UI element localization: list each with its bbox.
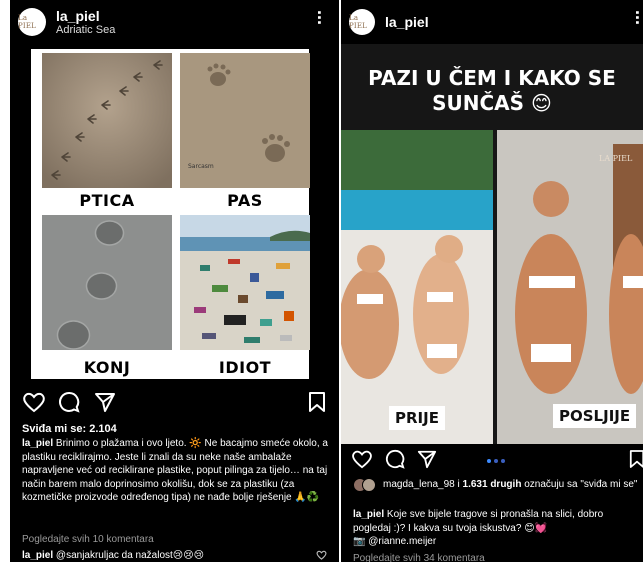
post-right: La PIEL la_piel ··· PAZI U ČEM I KAKO SE… — [341, 0, 643, 562]
carousel-indicator — [487, 459, 505, 463]
dog-paw-image: Sarcasm — [180, 53, 310, 188]
heart-icon[interactable] — [22, 391, 46, 413]
badge-before: PRIJE — [389, 406, 445, 430]
hoof-prints-image — [42, 215, 172, 350]
username[interactable]: la_piel — [385, 14, 429, 30]
bookmark-icon[interactable] — [629, 449, 643, 469]
bird-tracks-image — [42, 53, 172, 188]
caption-username[interactable]: la_piel — [22, 438, 53, 449]
comment-text: @sanjakruljac da nažalost😢😢😢 — [55, 550, 205, 561]
label-idiot: IDIOT — [218, 358, 272, 377]
more-icon[interactable]: ··· — [309, 10, 329, 25]
post-header: La PIEL la_piel Adriatic Sea ··· — [10, 0, 339, 44]
badge-after: POSLJIJE — [553, 404, 637, 428]
caption: la_piel Brinimo o plažama i ovo ljeto. 🔆… — [22, 437, 332, 505]
caption-text: Koje sve bijele tragove si pronašla na s… — [353, 509, 604, 534]
liked-by-text[interactable]: magda_lena_98 i 1.631 drugih označuju sa… — [383, 478, 641, 492]
comment-username[interactable]: la_piel — [22, 550, 53, 561]
post-left: La PIEL la_piel Adriatic Sea ··· Sarcasm… — [10, 0, 339, 562]
caption: la_piel Koje sve bijele tragove si prona… — [353, 508, 641, 535]
caption-username[interactable]: la_piel — [353, 509, 384, 520]
watermark-text: Sarcasm — [188, 163, 214, 170]
label-konj: KONJ — [83, 358, 131, 377]
view-comments-link[interactable]: Pogledajte svih 10 komentara — [22, 533, 154, 547]
photo-credit[interactable]: 📷 @rianne.meijer — [353, 535, 436, 549]
location[interactable]: Adriatic Sea — [56, 24, 115, 37]
sign-text: LA PIEL — [599, 154, 633, 163]
share-icon[interactable] — [417, 449, 437, 469]
avatar[interactable]: La PIEL — [18, 8, 46, 36]
post-header: La PIEL la_piel ··· — [341, 0, 643, 44]
view-comments-link[interactable]: Pogledajte svih 34 komentara — [353, 552, 485, 562]
bookmark-icon[interactable] — [308, 391, 326, 413]
comment-icon[interactable] — [58, 391, 80, 413]
caption-text: Brinimo o plažama i ovo ljeto. 🔆 Ne baca… — [22, 438, 328, 503]
comment-icon[interactable] — [385, 449, 405, 469]
more-icon[interactable]: ··· — [627, 10, 643, 25]
comment-like-icon[interactable] — [316, 550, 327, 560]
action-bar — [341, 449, 643, 477]
comment: la_piel @sanjakruljac da nažalost😢😢😢 — [22, 549, 322, 562]
share-icon[interactable] — [94, 391, 116, 413]
liked-by: magda_lena_98 i 1.631 drugih označuju sa… — [353, 478, 641, 492]
likes-count[interactable]: Sviđa mi se: 2.104 — [22, 423, 117, 435]
post-image: PAZI U ČEM I KAKO SE SUNČAŠ 😊 LA PIEL PR… — [341, 44, 643, 444]
post-image: Sarcasm PTICA PAS KONJ IDIOT — [31, 49, 310, 379]
label-pas: PAS — [227, 191, 263, 210]
heart-icon[interactable] — [351, 449, 373, 469]
avatar[interactable]: La PIEL — [349, 9, 375, 35]
username[interactable]: la_piel — [56, 8, 115, 24]
label-ptica: PTICA — [79, 191, 135, 210]
polluted-beach-image — [180, 215, 310, 350]
post-title: PAZI U ČEM I KAKO SE SUNČAŠ 😊 — [368, 66, 616, 115]
action-bar — [10, 391, 339, 419]
liker-avatars[interactable] — [353, 478, 379, 492]
